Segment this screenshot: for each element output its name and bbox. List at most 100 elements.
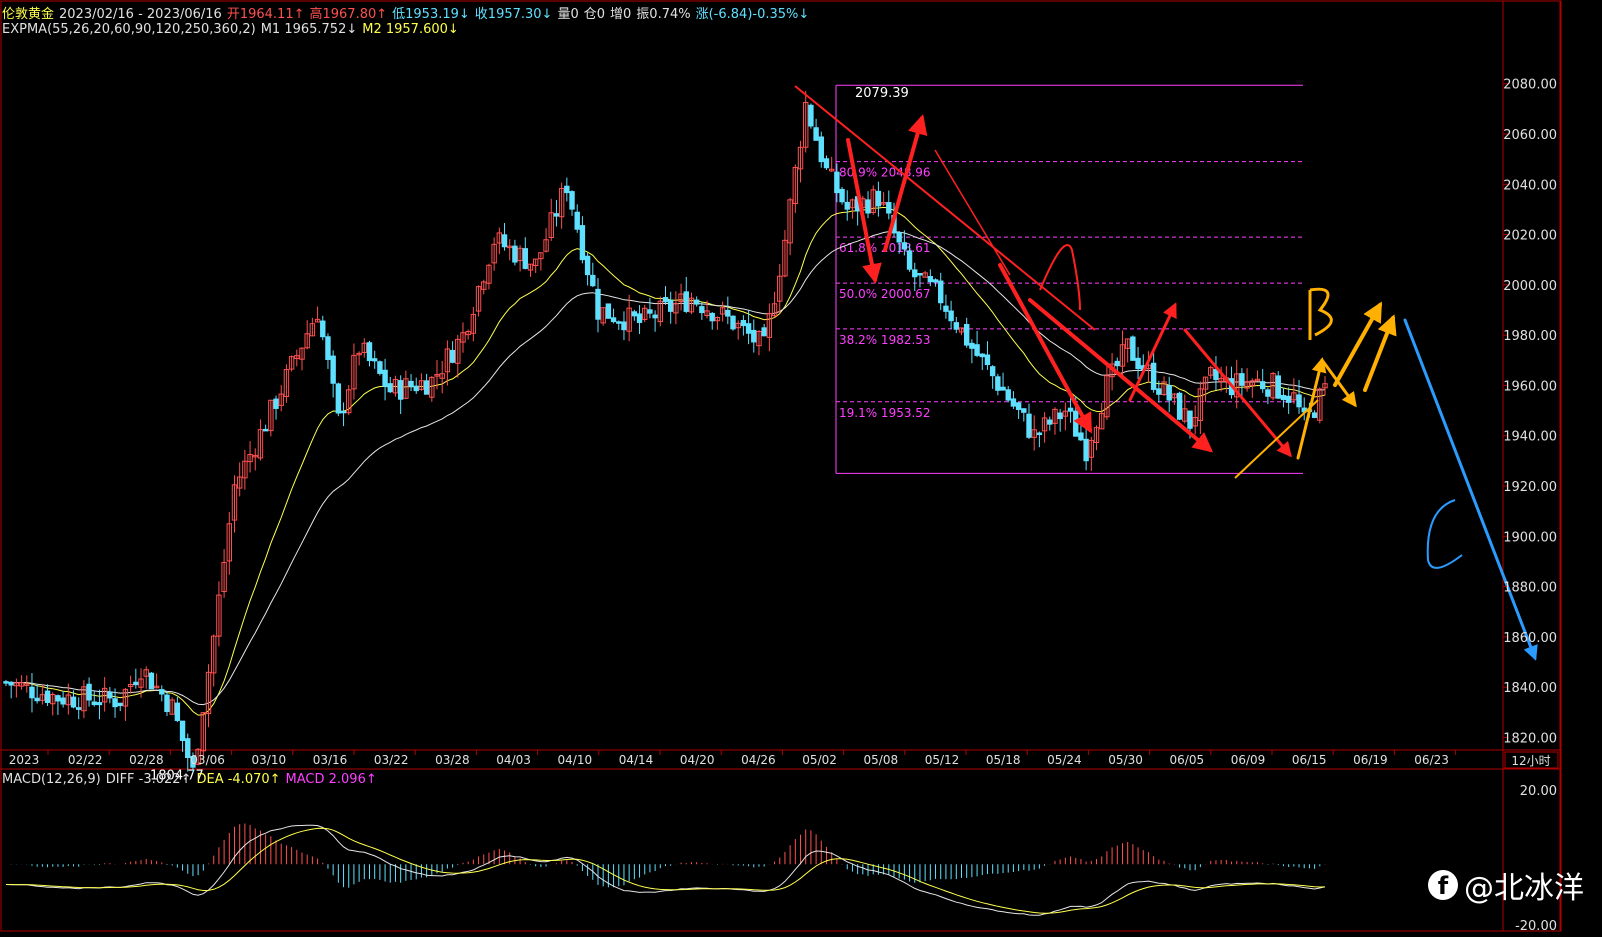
candle-body xyxy=(995,376,1001,391)
candle-body xyxy=(564,185,570,194)
x-tick-label: 03/06 xyxy=(190,753,225,767)
x-tick-label: 05/30 xyxy=(1108,753,1143,767)
x-tick-label: 04/10 xyxy=(558,753,593,767)
x-tick-label: 04/26 xyxy=(741,753,776,767)
chart-canvas: 80.9% 2048.9661.8% 2018.6150.0% 2000.673… xyxy=(0,0,1602,937)
candle-body xyxy=(989,366,996,377)
candle-body xyxy=(875,190,882,207)
candle-body xyxy=(912,269,918,278)
watermark-text: @北冰洋 xyxy=(1464,871,1584,906)
candle-body xyxy=(70,696,77,708)
y-tick-label: 1900.00 xyxy=(1503,530,1557,545)
y-tick-label: 2080.00 xyxy=(1503,78,1557,93)
facebook-icon: f xyxy=(1428,870,1458,900)
header-symbol: 伦敦黄金 xyxy=(2,7,55,22)
candle-body xyxy=(522,248,528,269)
x-tick-label: 06/09 xyxy=(1231,753,1266,767)
fib-level-label: 38.2% 1982.53 xyxy=(839,333,931,347)
candle-body xyxy=(1000,386,1006,391)
candle-body xyxy=(1239,373,1245,386)
x-tick-label: 05/08 xyxy=(864,753,899,767)
watermark: f @北冰洋 xyxy=(1428,863,1584,907)
candle-body xyxy=(408,380,414,387)
high-price-label: 2079.39 xyxy=(855,86,909,101)
x-tick-label: 06/15 xyxy=(1292,753,1327,767)
candle-body xyxy=(3,681,9,684)
candle-body xyxy=(595,288,601,320)
candle-body xyxy=(159,689,165,695)
candle-body xyxy=(174,702,181,721)
candle-body xyxy=(984,354,991,366)
candle-body xyxy=(667,299,674,312)
header-oi-change: 增0 xyxy=(610,7,632,22)
candle-body xyxy=(185,738,191,759)
y-tick-label: 2060.00 xyxy=(1503,128,1557,143)
candle-body xyxy=(55,695,61,702)
candle-body xyxy=(745,323,752,334)
candle-body xyxy=(917,273,923,276)
candle-body xyxy=(839,188,845,203)
y-tick-label: 1980.00 xyxy=(1503,329,1557,344)
y-tick-label: 1940.00 xyxy=(1503,430,1557,445)
candle-body xyxy=(1114,360,1120,367)
x-tick-label: 06/23 xyxy=(1414,753,1449,767)
header-high: 高1967.80↑ xyxy=(309,7,388,22)
candle-body xyxy=(1057,412,1063,420)
candle-body xyxy=(1265,389,1271,397)
candle-body xyxy=(844,201,850,210)
candle-body xyxy=(901,242,908,250)
candle-body xyxy=(896,232,902,243)
candle-body xyxy=(371,358,378,362)
candle-body xyxy=(1130,336,1136,361)
candle-body xyxy=(751,329,757,343)
candle-body xyxy=(423,380,430,395)
candle-body xyxy=(320,320,326,338)
candle-body xyxy=(834,171,840,194)
candle-body xyxy=(366,342,373,362)
candle-body xyxy=(740,320,747,327)
candle-body xyxy=(335,383,342,414)
header-range: 2023/02/16 - 2023/06/16 xyxy=(59,7,222,22)
candle-body xyxy=(1047,419,1053,425)
candle-body xyxy=(652,314,658,319)
y-tick-label: 1820.00 xyxy=(1503,731,1557,746)
candle-body xyxy=(948,310,954,322)
candle-body xyxy=(969,342,975,349)
candle-body xyxy=(1311,412,1318,418)
candle-body xyxy=(938,280,944,304)
candle-body xyxy=(1010,398,1017,407)
candle-body xyxy=(636,313,643,323)
macd-params: MACD(12,26,9) xyxy=(2,772,101,787)
macd-diff-value: DIFF -3.022↑ xyxy=(105,772,192,787)
y-tick-label: 2000.00 xyxy=(1503,279,1557,294)
candle-body xyxy=(501,234,508,248)
candle-body xyxy=(693,299,700,305)
x-tick-label: 05/02 xyxy=(802,753,837,767)
candle-body xyxy=(932,279,939,283)
candle-body xyxy=(865,199,871,214)
header-open: 开1964.11↑ xyxy=(226,7,305,22)
macd-header: MACD(12,26,9) DIFF -3.022↑ DEA -4.070↑ MACD… xyxy=(2,772,382,787)
candle-body xyxy=(818,136,824,163)
candle-body xyxy=(148,672,155,690)
candle-body xyxy=(1187,410,1193,429)
ema-m1-value: M1 1965.752↓ xyxy=(260,22,358,37)
candle-body xyxy=(91,701,97,706)
candle-body xyxy=(1296,394,1302,408)
candle-body xyxy=(397,380,404,400)
candle-body xyxy=(133,681,139,686)
y-tick-label: 1960.00 xyxy=(1503,379,1557,394)
candle-body xyxy=(953,322,960,330)
header-amplitude: 振0.74% xyxy=(636,7,691,22)
candle-body xyxy=(273,398,279,409)
y-tick-label: 1860.00 xyxy=(1503,631,1557,646)
y-tick-label: 1920.00 xyxy=(1503,480,1557,495)
candle-body xyxy=(730,315,736,330)
candle-body xyxy=(979,353,985,358)
candle-body xyxy=(725,309,731,317)
candle-body xyxy=(107,691,113,699)
header-low: 低1953.19↓ xyxy=(392,7,470,22)
price-header: 伦敦黄金 2023/02/16 - 2023/06/16 开1964.11↑ 高196… xyxy=(2,3,814,22)
macd-dea-value: DEA -4.070↑ xyxy=(196,772,281,787)
x-tick-label: 2023 xyxy=(9,753,40,767)
